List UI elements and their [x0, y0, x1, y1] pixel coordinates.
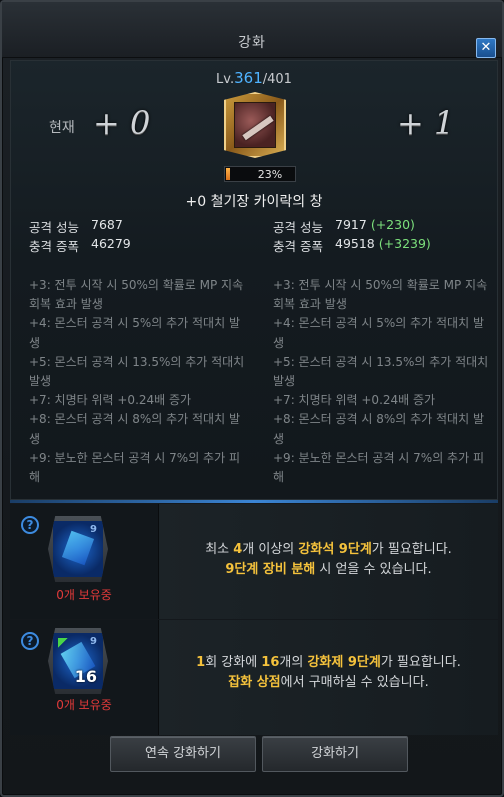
stat-value: 46279	[91, 236, 131, 251]
stat-bonus: (+230)	[370, 217, 415, 232]
requirement-item-panel: ? 9 0개 보유중	[10, 504, 158, 619]
effect-line: +9: 분노한 몬스터 공격 시 7%의 추가 피해	[273, 450, 484, 485]
effect-line: +7: 치명타 위력 +0.24배 증가	[273, 393, 436, 408]
item-level: Lv.361/401	[11, 69, 497, 87]
stat-value: 7687	[91, 217, 123, 232]
stat-label: 충격 증폭	[273, 239, 323, 254]
progress-label: 23%	[257, 168, 283, 181]
enhance-button[interactable]: 강화하기	[262, 736, 408, 772]
enhance-window: 강화 ✕ Lv.361/401 현재 + 0 + 1 23% +0 철기장 카이…	[0, 0, 504, 797]
current-label: 현재	[49, 120, 75, 136]
owned-count: 0개 보유중	[56, 698, 112, 712]
effect-line: +5: 몬스터 공격 시 13.5%의 추가 적대치 발생	[273, 354, 489, 389]
enhance-stone-icon: 9	[53, 521, 103, 577]
level-current: 361	[234, 69, 263, 87]
requirement-line-2: 잡화 상점에서 구매하실 수 있습니다.	[228, 675, 429, 690]
item-stack-count: 16	[74, 667, 97, 686]
requirement-message: 1회 강화에 16개의 강화제 9단계가 필요합니다. 잡화 상점에서 구매하실…	[159, 653, 498, 693]
requirement-message-panel: 1회 강화에 16개의 강화제 9단계가 필요합니다. 잡화 상점에서 구매하실…	[158, 620, 498, 735]
next-effects: +3: 전투 시작 시 50%의 확률로 MP 지속 회복 효과 발생 +4: …	[273, 276, 493, 487]
enhance-preview-panel: Lv.361/401 현재 + 0 + 1 23% +0 철기장 카이락의 창 …	[10, 60, 498, 500]
stat-label: 공격 성능	[273, 220, 323, 235]
effect-line: +9: 분노한 몬스터 공격 시 7%의 추가 피해	[29, 450, 240, 485]
stat-row: 충격 증폭 49518 (+3239)	[273, 236, 431, 255]
level-max: /401	[262, 72, 292, 87]
effect-line: +5: 몬스터 공격 시 13.5%의 추가 적대치 발생	[29, 354, 245, 389]
section-divider	[10, 500, 498, 503]
stat-value: 49518 (+3239)	[335, 236, 431, 251]
stat-row: 공격 성능 7687	[29, 217, 131, 236]
effect-line: +8: 몬스터 공격 시 8%의 추가 적대치 발생	[273, 412, 484, 446]
stat-label: 충격 증폭	[29, 239, 79, 254]
item-tier: 9	[90, 636, 97, 647]
requirement-message-panel: 최소 4개 이상의 강화석 9단계가 필요합니다. 9단계 장비 분해 시 얻을…	[158, 504, 498, 619]
stat-label: 공격 성능	[29, 220, 79, 235]
next-enhance-level: + 1	[397, 104, 455, 142]
effect-line: +7: 치명타 위력 +0.24배 증가	[29, 393, 192, 408]
effect-line: +3: 전투 시작 시 50%의 확률로 MP 지속 회복 효과 발생	[273, 278, 488, 312]
progress-fill	[226, 168, 231, 180]
close-icon: ✕	[480, 40, 492, 55]
item-tier: 9	[90, 524, 97, 535]
effect-line: +8: 몬스터 공격 시 8%의 추가 적대치 발생	[29, 412, 240, 446]
stat-row: 공격 성능 7917 (+230)	[273, 217, 431, 236]
item-name: +0 철기장 카이락의 창	[185, 194, 323, 210]
weapon-slot[interactable]	[224, 92, 286, 158]
stat-value: 7917 (+230)	[335, 217, 415, 232]
current-stats: 공격 성능 7687 충격 증폭 46279	[29, 217, 131, 255]
enhance-agent-slot[interactable]: 9 16	[48, 628, 108, 694]
requirement-message: 최소 4개 이상의 강화석 9단계가 필요합니다. 9단계 장비 분해 시 얻을…	[159, 540, 498, 580]
stat-bonus: (+3239)	[378, 236, 431, 251]
continuous-enhance-button[interactable]: 연속 강화하기	[110, 736, 256, 772]
level-prefix: Lv.	[216, 72, 235, 87]
window-title: 강화	[238, 35, 266, 51]
enhance-stone-requirement: ? 9 0개 보유중 최소 4개 이상의 강화석 9단계가 필요합니다. 9단계…	[10, 504, 498, 619]
current-enhance-level: + 0	[93, 104, 151, 142]
enhance-stone-slot[interactable]: 9	[48, 516, 108, 582]
help-icon[interactable]: ?	[21, 632, 39, 650]
stat-row: 충격 증폭 46279	[29, 236, 131, 255]
enhance-progress-bar: 23%	[224, 166, 296, 182]
requirement-line-1: 1회 강화에 16개의 강화제 9단계가 필요합니다.	[196, 655, 461, 670]
effect-line: +3: 전투 시작 시 50%의 확률로 MP 지속 회복 효과 발생	[29, 278, 244, 312]
next-stats: 공격 성능 7917 (+230) 충격 증폭 49518 (+3239)	[273, 217, 431, 255]
requirement-line-2: 9단계 장비 분해 시 얻을 수 있습니다.	[225, 562, 432, 577]
current-effects: +3: 전투 시작 시 50%의 확률로 MP 지속 회복 효과 발생 +4: …	[29, 276, 249, 487]
title-bar[interactable]: 강화 ✕	[2, 2, 502, 58]
close-button[interactable]: ✕	[476, 38, 496, 58]
enhance-agent-icon: 9 16	[53, 633, 103, 689]
requirement-item-panel: ? 9 16 0개 보유중	[10, 620, 158, 735]
effect-line: +4: 몬스터 공격 시 5%의 추가 적대치 발생	[273, 316, 484, 350]
requirement-line-1: 최소 4개 이상의 강화석 9단계가 필요합니다.	[205, 542, 452, 557]
enhance-agent-requirement: ? 9 16 0개 보유중 1회 강화에 16개의 강화제 9단계가 필요합니다…	[10, 620, 498, 735]
effect-line: +4: 몬스터 공격 시 5%의 추가 적대치 발생	[29, 316, 240, 350]
help-icon[interactable]: ?	[21, 516, 39, 534]
owned-count: 0개 보유중	[56, 588, 112, 602]
spear-icon	[234, 102, 276, 148]
